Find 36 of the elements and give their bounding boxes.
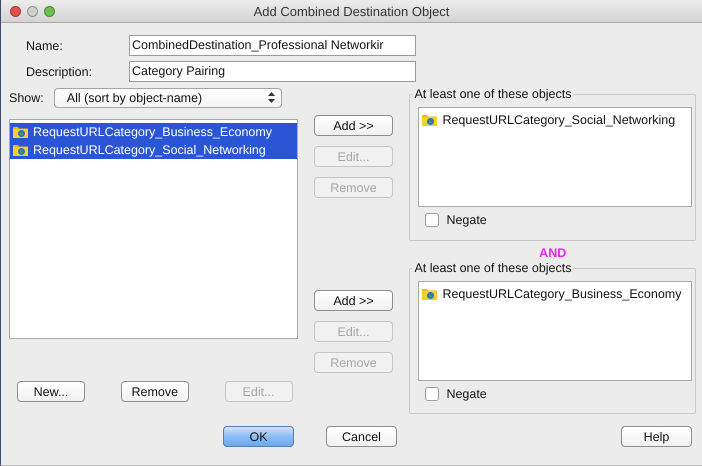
list-item[interactable]: RequestURLCategory_Business_Economy (10, 123, 297, 141)
object-list[interactable]: RequestURLCategory_Business_Economy (418, 281, 692, 381)
folder-globe-icon (13, 126, 28, 138)
folder-globe-icon (422, 114, 438, 126)
cancel-button[interactable]: Cancel (326, 426, 397, 447)
group-title: At least one of these objects (413, 261, 572, 275)
ok-button[interactable]: OK (223, 426, 294, 447)
list-item[interactable]: RequestURLCategory_Business_Economy (419, 285, 692, 303)
help-button[interactable]: Help (621, 426, 692, 447)
checkbox-label: Negate (446, 213, 487, 227)
close-button[interactable] (10, 6, 21, 16)
folder-globe-icon (13, 144, 28, 156)
remove-button[interactable]: Remove (120, 381, 189, 402)
show-label: Show: (9, 90, 44, 104)
add-button[interactable]: Add >> (314, 115, 393, 136)
field-label: Description: (25, 64, 93, 78)
new-button[interactable]: New... (17, 381, 85, 402)
stepper-icon (268, 92, 275, 103)
negate-checkbox[interactable] (425, 387, 440, 401)
object-list[interactable]: RequestURLCategory_Social_Networking (418, 107, 692, 207)
group-title: At least one of these objects (413, 87, 572, 101)
zoom-button[interactable] (44, 6, 55, 16)
input-field[interactable]: CombinedDestination_Professional Networkir (129, 35, 416, 56)
object-list[interactable]: RequestURLCategory_Business_Economy RequestURLCategory_Social_Networking (9, 119, 298, 339)
minimize-button[interactable] (27, 6, 38, 16)
input-field[interactable]: Category Pairing (129, 61, 416, 82)
show-dropdown[interactable]: All (sort by object-name) (54, 88, 282, 108)
add-button[interactable]: Add >> (314, 290, 393, 311)
list-item[interactable]: RequestURLCategory_Social_Networking (419, 111, 692, 129)
list-item[interactable]: RequestURLCategory_Social_Networking (10, 141, 297, 159)
window-title: Add Combined Destination Object (254, 4, 450, 19)
folder-globe-icon (422, 288, 438, 300)
negate-checkbox[interactable] (425, 213, 440, 227)
field-label: Name: (25, 38, 64, 52)
and-label: AND (539, 246, 566, 260)
checkbox-label: Negate (446, 387, 487, 401)
